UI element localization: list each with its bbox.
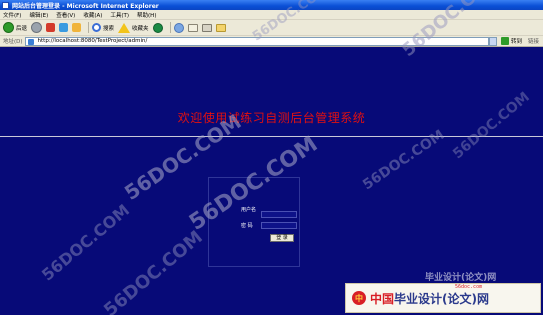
- star-icon: [118, 22, 131, 33]
- menu-file[interactable]: 文件(F): [3, 11, 21, 19]
- logo-brand-rest: 毕业设计(论文)网: [394, 291, 489, 306]
- horizontal-divider: [0, 136, 543, 137]
- search-icon: [92, 23, 102, 32]
- favorites-button[interactable]: 收藏夹: [118, 22, 149, 34]
- media-icon: [152, 22, 163, 33]
- home-icon: [72, 23, 82, 32]
- menu-edit[interactable]: 编辑(E): [29, 11, 48, 19]
- page-icon: [27, 38, 34, 45]
- stop-icon: [46, 23, 56, 32]
- back-label: 后退: [16, 25, 28, 32]
- username-input[interactable]: [261, 211, 297, 218]
- refresh-icon: [59, 23, 69, 32]
- history-icon: [173, 22, 184, 33]
- logo-emblem-icon: 中: [352, 291, 366, 305]
- password-input[interactable]: [261, 222, 297, 229]
- menu-tools[interactable]: 工具(T): [110, 11, 129, 19]
- window-title: 网站后台管理登录 - Microsoft Internet Explorer: [12, 2, 159, 10]
- back-button[interactable]: 后退: [3, 22, 27, 34]
- address-dropdown-button[interactable]: [488, 36, 497, 46]
- go-button[interactable]: 转到: [500, 37, 522, 45]
- back-arrow-icon: [3, 22, 14, 33]
- address-bar: 地址(D) http://localhost:8080/TestProject/…: [0, 36, 543, 47]
- banner-top-text: 毕业设计(论文)网: [425, 273, 497, 283]
- refresh-button[interactable]: [59, 22, 69, 34]
- home-button[interactable]: [72, 22, 82, 34]
- go-label: 转到: [510, 39, 522, 45]
- search-button[interactable]: 搜索: [92, 22, 114, 34]
- mail-button[interactable]: [187, 22, 198, 34]
- address-url: http://localhost:8080/TestProject/admin/: [37, 37, 148, 44]
- search-label: 搜索: [103, 25, 115, 32]
- logo-text: 中国毕业设计(论文)网: [370, 290, 489, 307]
- history-button[interactable]: [173, 22, 184, 34]
- logo-domain: 56doc.com: [455, 284, 483, 290]
- links-label[interactable]: 链接: [528, 37, 539, 45]
- folder-button[interactable]: [215, 22, 226, 34]
- logo-brand-cn: 中国: [370, 291, 395, 306]
- ie-app-icon: [2, 1, 9, 9]
- media-button[interactable]: [152, 22, 163, 34]
- toolbar-separator: [169, 22, 171, 33]
- forward-arrow-icon: [31, 22, 43, 33]
- forward-button[interactable]: [31, 22, 43, 34]
- folder-icon: [215, 23, 226, 32]
- toolbar-separator: [88, 22, 90, 33]
- site-logo-banner: 中 中国毕业设计(论文)网: [345, 283, 541, 313]
- address-label: 地址(D): [3, 39, 23, 45]
- printer-icon: [201, 23, 212, 32]
- menu-help[interactable]: 帮助(H): [137, 11, 156, 19]
- favorites-label: 收藏夹: [132, 25, 149, 32]
- welcome-heading: 欢迎使用试练习自测后台管理系统: [177, 111, 366, 125]
- menu-view[interactable]: 查看(V): [56, 11, 75, 19]
- password-label: 密 码: [241, 223, 253, 229]
- username-label: 用户名: [241, 207, 257, 213]
- menu-favorites[interactable]: 收藏(A): [83, 11, 102, 19]
- go-arrow-icon: [500, 37, 509, 45]
- mail-icon: [187, 23, 198, 32]
- stop-button[interactable]: [46, 22, 56, 34]
- login-button[interactable]: 登 录: [270, 234, 294, 242]
- print-button[interactable]: [201, 22, 212, 34]
